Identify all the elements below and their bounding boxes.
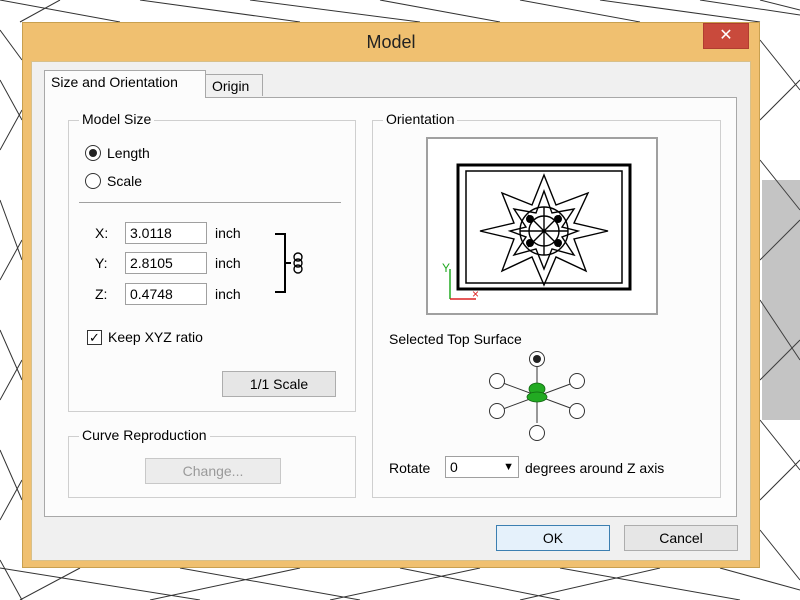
y-size-input[interactable]: 2.8105	[125, 252, 207, 274]
x-size-input[interactable]: 3.0118	[125, 222, 207, 244]
x-unit-label: inch	[215, 225, 241, 241]
close-button[interactable]: ✕	[703, 23, 749, 49]
model-preview-image	[449, 163, 632, 300]
model-size-label: Model Size	[79, 111, 155, 127]
ok-button[interactable]: OK	[496, 525, 610, 551]
surface-lower-left-radio[interactable]	[489, 403, 505, 419]
keep-xyz-ratio-check[interactable]: ✓	[87, 329, 102, 345]
change-button[interactable]: Change...	[145, 458, 281, 484]
curve-reproduction-label: Curve Reproduction	[79, 427, 210, 443]
axis-x-marker: ×	[472, 287, 480, 301]
dialog-client: Size and Orientation Origin Model Size L…	[31, 61, 751, 561]
orientation-preview: Y ×	[426, 137, 658, 315]
scale-radio-button[interactable]	[85, 173, 101, 189]
surface-upper-right-radio[interactable]	[569, 373, 585, 389]
surface-lower-right-radio[interactable]	[569, 403, 585, 419]
close-icon: ✕	[719, 27, 733, 44]
dialog-title: Model	[366, 32, 416, 52]
curve-reproduction-group: Curve Reproduction Change...	[68, 427, 356, 498]
scale-radio[interactable]: Scale	[85, 173, 142, 189]
z-size-input[interactable]: 0.4748	[125, 283, 207, 305]
scale-radio-label: Scale	[107, 173, 143, 189]
orientation-label: Orientation	[383, 111, 458, 127]
rotate-suffix-label: degrees around Z axis	[525, 460, 665, 476]
keep-xyz-ratio-label: Keep XYZ ratio	[108, 329, 203, 345]
orientation-group: Orientation Y × Selected Top Surface Rot…	[372, 111, 721, 498]
tab-panel: Model Size Length Scale X: 3.0118 inch Y…	[44, 97, 737, 517]
length-radio[interactable]: Length	[85, 145, 150, 161]
tab-size-and-orientation[interactable]: Size and Orientation	[44, 70, 206, 98]
rotate-value: 0	[450, 459, 458, 475]
model-dialog: Model ✕ Size and Orientation Origin Mode…	[22, 22, 760, 568]
keep-xyz-ratio-checkbox[interactable]: ✓ Keep XYZ ratio	[87, 329, 203, 345]
model-size-group: Model Size Length Scale X: 3.0118 inch Y…	[68, 111, 356, 412]
chevron-down-icon: ▼	[503, 461, 514, 473]
length-radio-label: Length	[107, 145, 150, 161]
y-axis-label: Y:	[95, 255, 108, 271]
separator	[79, 202, 341, 203]
cancel-button[interactable]: Cancel	[624, 525, 738, 551]
surface-top-radio[interactable]	[529, 351, 545, 367]
chain-link-icon[interactable]	[271, 232, 311, 294]
scale-1-1-button[interactable]: 1/1 Scale	[222, 371, 336, 397]
z-unit-label: inch	[215, 286, 241, 302]
x-axis-label: X:	[95, 225, 109, 241]
tab-origin[interactable]: Origin	[205, 74, 263, 96]
rotate-select[interactable]: 0 ▼	[445, 456, 519, 478]
y-unit-label: inch	[215, 255, 241, 271]
surface-upper-left-radio[interactable]	[489, 373, 505, 389]
length-radio-button[interactable]	[85, 145, 101, 161]
axis-y-label: Y	[442, 261, 451, 275]
top-surface-selector	[473, 351, 593, 441]
rotate-label: Rotate	[389, 460, 431, 476]
z-axis-label: Z:	[95, 286, 108, 302]
surface-bottom-radio[interactable]	[529, 425, 545, 441]
selected-top-surface-label: Selected Top Surface	[389, 331, 522, 347]
